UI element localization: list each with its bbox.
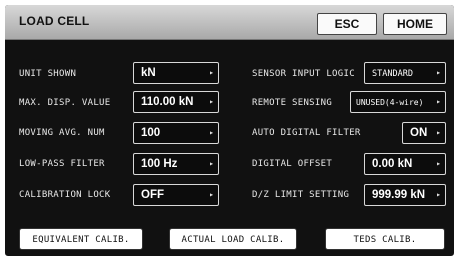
chevron-right-icon: ▸ — [436, 128, 441, 137]
max-disp-value-select[interactable]: 110.00 kN ▸ — [133, 91, 219, 113]
dz-limit-setting-label: D/Z LIMIT SETTING — [252, 190, 350, 200]
calibration-lock-label: CALIBRATION LOCK — [19, 190, 111, 200]
chevron-right-icon: ▸ — [436, 159, 441, 168]
chevron-right-icon: ▸ — [436, 68, 441, 77]
home-button[interactable]: HOME — [383, 13, 447, 35]
load-cell-screen: LOAD CELL ESC HOME UNIT SHOWN kN ▸ MAX. … — [5, 5, 454, 256]
digital-offset-select[interactable]: 0.00 kN ▸ — [364, 153, 446, 175]
calibration-lock-value: OFF — [141, 189, 164, 201]
chevron-right-icon: ▸ — [209, 159, 214, 168]
unit-shown-select[interactable]: kN ▸ — [133, 62, 219, 84]
remote-sensing-select[interactable]: UNUSED(4-wire) ▸ — [350, 91, 446, 113]
remote-sensing-value: UNUSED(4-wire) — [356, 98, 424, 107]
unit-shown-value: kN — [141, 67, 156, 79]
remote-sensing-label: REMOTE SENSING — [252, 98, 333, 108]
moving-avg-num-select[interactable]: 100 ▸ — [133, 122, 219, 144]
low-pass-filter-select[interactable]: 100 Hz ▸ — [133, 153, 219, 175]
chevron-right-icon: ▸ — [209, 190, 214, 199]
esc-button[interactable]: ESC — [317, 13, 377, 35]
sensor-input-logic-value: STANDARD — [372, 69, 413, 79]
digital-offset-label: DIGITAL OFFSET — [252, 159, 333, 169]
sensor-input-logic-select[interactable]: STANDARD ▸ — [364, 62, 446, 84]
equivalent-calib-button[interactable]: EQUIVALENT CALIB. — [19, 228, 143, 250]
auto-digital-filter-value: ON — [410, 127, 428, 139]
calibration-lock-select[interactable]: OFF ▸ — [133, 184, 219, 206]
chevron-right-icon: ▸ — [209, 68, 214, 77]
auto-digital-filter-select[interactable]: ON ▸ — [402, 122, 446, 144]
low-pass-filter-value: 100 Hz — [141, 158, 178, 170]
teds-calib-button[interactable]: TEDS CALIB. — [325, 228, 445, 250]
chevron-right-icon: ▸ — [209, 128, 214, 137]
low-pass-filter-label: LOW-PASS FILTER — [19, 159, 105, 169]
unit-shown-label: UNIT SHOWN — [19, 69, 77, 79]
chevron-right-icon: ▸ — [436, 190, 441, 199]
max-disp-value-label: MAX. DISP. VALUE — [19, 98, 111, 108]
dz-limit-setting-select[interactable]: 999.99 kN ▸ — [364, 184, 446, 206]
chevron-right-icon: ▸ — [209, 97, 214, 106]
moving-avg-num-label: MOVING AVG. NUM — [19, 128, 105, 138]
sensor-input-logic-label: SENSOR INPUT LOGIC — [252, 69, 355, 79]
dz-limit-setting-value: 999.99 kN — [372, 189, 426, 201]
actual-load-calib-button[interactable]: ACTUAL LOAD CALIB. — [169, 228, 297, 250]
page-title: LOAD CELL — [19, 14, 90, 28]
auto-digital-filter-label: AUTO DIGITAL FILTER — [252, 128, 361, 138]
moving-avg-num-value: 100 — [141, 127, 161, 139]
title-bar: LOAD CELL ESC HOME — [5, 5, 454, 40]
max-disp-value-value: 110.00 kN — [141, 96, 194, 108]
digital-offset-value: 0.00 kN — [372, 158, 413, 170]
chevron-right-icon: ▸ — [436, 97, 441, 106]
